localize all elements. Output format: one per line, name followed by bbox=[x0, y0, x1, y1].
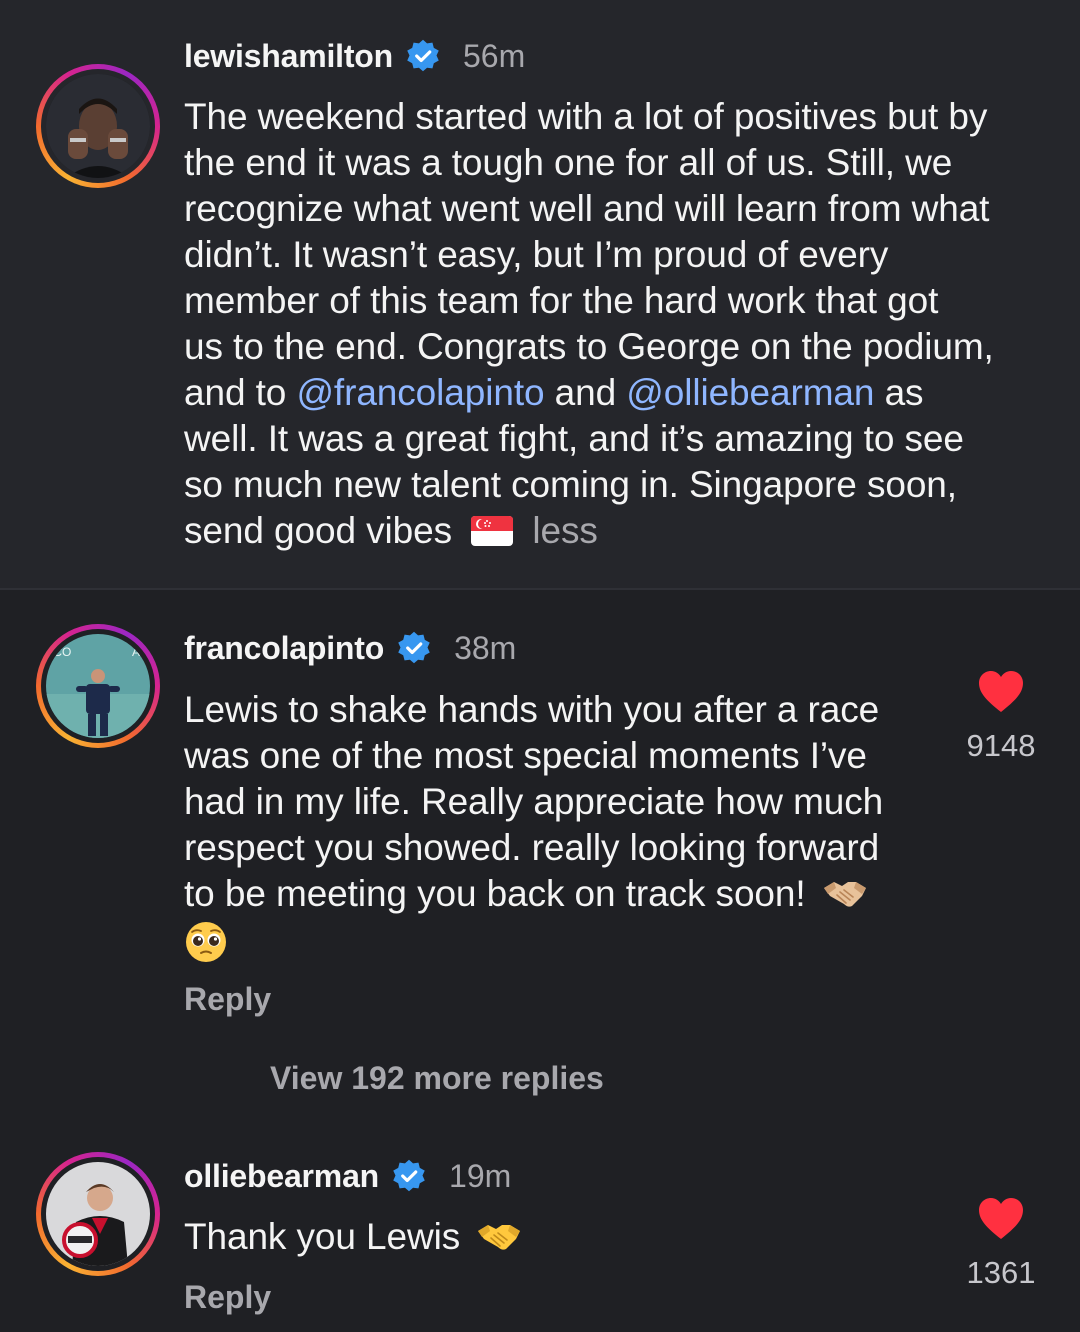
verified-badge-icon bbox=[398, 631, 430, 664]
comment-line: Lewis to shake hands with you after a ra… bbox=[184, 689, 880, 730]
reply-button[interactable]: Reply bbox=[184, 1279, 271, 1316]
comment-line: to be meeting you back on track soon! bbox=[184, 871, 944, 917]
comment-line bbox=[184, 917, 944, 964]
heart-icon[interactable] bbox=[977, 670, 1025, 714]
caption-line: didn’t. It wasn’t easy, but I’m proud of… bbox=[184, 234, 889, 275]
comment-timestamp: 19m bbox=[449, 1157, 512, 1194]
like-count: 9148 bbox=[966, 728, 1036, 763]
avatar-francolapinto[interactable]: ICO A bbox=[36, 624, 160, 748]
original-post: lewishamilton 56m The weekend started wi… bbox=[0, 0, 1080, 588]
handshake-icon bbox=[823, 882, 866, 907]
comment-username[interactable]: francolapinto bbox=[184, 630, 384, 667]
less-button[interactable]: less bbox=[532, 510, 598, 551]
comment-username[interactable]: olliebearman bbox=[184, 1158, 379, 1195]
comment-timestamp: 38m bbox=[454, 629, 517, 666]
post-username[interactable]: lewishamilton bbox=[184, 38, 393, 75]
caption-line: send good vibes less bbox=[184, 510, 598, 551]
verified-badge-icon bbox=[393, 1159, 425, 1192]
mention-olliebearman[interactable]: @olliebearman bbox=[626, 372, 874, 413]
post-caption: The weekend started with a lot of positi… bbox=[184, 94, 1064, 554]
caption-line: recognize what went well and will learn … bbox=[184, 188, 990, 229]
reply-button[interactable]: Reply bbox=[184, 981, 271, 1018]
caption-line: member of this team for the hard work th… bbox=[184, 280, 939, 321]
mention-francolapinto[interactable]: @francolapinto bbox=[296, 372, 544, 413]
comment-text: Thank you Lewis bbox=[184, 1214, 944, 1260]
comment-text: Lewis to shake hands with you after a ra… bbox=[184, 687, 944, 964]
post-timestamp: 56m bbox=[463, 37, 526, 74]
pleading-face-icon bbox=[186, 922, 226, 963]
caption-line: the end it was a tough one for all of us… bbox=[184, 142, 953, 183]
comment-line: respect you showed. really looking forwa… bbox=[184, 827, 880, 868]
caption-line: The weekend started with a lot of positi… bbox=[184, 96, 988, 137]
heart-icon[interactable] bbox=[977, 1197, 1025, 1241]
like-count: 1361 bbox=[966, 1255, 1036, 1290]
like-column: 1361 bbox=[946, 1197, 1056, 1291]
avatar-lewishamilton[interactable] bbox=[36, 64, 160, 188]
caption-line: and to @francolapinto and @olliebearman … bbox=[184, 372, 924, 413]
comment-line: Thank you Lewis bbox=[184, 1214, 944, 1260]
like-column: 9148 bbox=[946, 670, 1056, 764]
caption-line: well. It was a great fight, and it’s ama… bbox=[184, 418, 964, 459]
caption-line: us to the end. Congrats to George on the… bbox=[184, 326, 994, 367]
comment-line: was one of the most special moments I’ve bbox=[184, 735, 867, 776]
caption-line: so much new talent coming in. Singapore … bbox=[184, 464, 957, 505]
view-more-replies-button[interactable]: View 192 more replies bbox=[270, 1060, 604, 1097]
avatar-olliebearman[interactable] bbox=[36, 1152, 160, 1276]
comment-line: had in my life. Really appreciate how mu… bbox=[184, 781, 884, 822]
handshake-icon bbox=[478, 1225, 521, 1250]
singapore-flag-icon bbox=[471, 516, 514, 547]
verified-badge-icon bbox=[407, 39, 439, 72]
